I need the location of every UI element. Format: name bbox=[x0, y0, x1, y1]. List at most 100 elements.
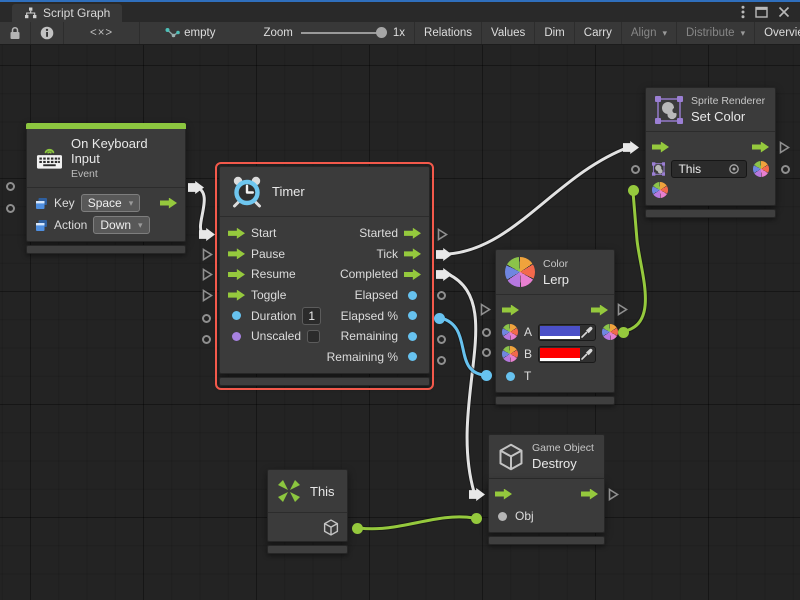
color-wheel-icon bbox=[502, 346, 518, 362]
lock-icon bbox=[9, 26, 21, 40]
align-button[interactable]: Align ▾ bbox=[622, 22, 677, 44]
distribute-button[interactable]: Distribute ▾ bbox=[677, 22, 755, 44]
port-timer-unscaled-input[interactable] bbox=[202, 335, 211, 344]
port-lerp-flow-input[interactable] bbox=[480, 303, 491, 316]
node-on-keyboard-input[interactable]: On Keyboard Input Event Key Space bbox=[26, 123, 186, 254]
kebab-menu-icon[interactable] bbox=[741, 5, 745, 19]
info-button[interactable] bbox=[31, 22, 64, 44]
duration-input[interactable]: 1 bbox=[302, 307, 321, 325]
lock-button[interactable] bbox=[0, 22, 31, 44]
align-label: Align bbox=[631, 27, 657, 39]
wire-tick-to-setcolor bbox=[448, 147, 629, 254]
value-port-icon bbox=[232, 332, 241, 341]
carry-button[interactable]: Carry bbox=[575, 22, 622, 44]
port-lerp-t-input[interactable] bbox=[481, 370, 492, 381]
color-wheel-icon bbox=[505, 257, 535, 287]
port-destroy-obj-input[interactable] bbox=[471, 513, 482, 524]
zoom-label: Zoom bbox=[263, 27, 292, 39]
port-timer-remainingpct-output[interactable] bbox=[437, 356, 446, 365]
color-wheel-icon bbox=[652, 182, 668, 198]
wire-event-to-timer-start bbox=[196, 187, 204, 234]
port-setcolor-flow-output[interactable] bbox=[779, 141, 790, 154]
window-controls bbox=[741, 2, 800, 22]
value-port-icon bbox=[232, 311, 241, 320]
relations-button[interactable]: Relations bbox=[414, 22, 482, 44]
node-category: Sprite Renderer bbox=[691, 95, 765, 107]
node-title: On Keyboard Input bbox=[71, 136, 176, 166]
code-preview-button[interactable]: <×> bbox=[64, 22, 140, 44]
graph-name-label: empty bbox=[184, 27, 215, 39]
eyedropper-icon[interactable] bbox=[580, 326, 594, 339]
port-timer-elapsed-output[interactable] bbox=[437, 291, 446, 300]
dim-label: Dim bbox=[544, 27, 564, 39]
port-lerp-b-input[interactable] bbox=[482, 348, 491, 357]
node-color-lerp[interactable]: Color Lerp A bbox=[495, 249, 615, 405]
port-label-unscaled: Unscaled bbox=[251, 329, 301, 343]
port-keyboard-action-input[interactable] bbox=[6, 204, 15, 213]
port-timer-resume-input[interactable] bbox=[202, 268, 213, 281]
unscaled-checkbox[interactable] bbox=[307, 330, 320, 343]
color-a-field[interactable] bbox=[538, 324, 596, 341]
port-this-output[interactable] bbox=[352, 523, 363, 534]
tab-script-graph[interactable]: Script Graph bbox=[12, 4, 122, 22]
node-footer bbox=[495, 396, 615, 405]
port-timer-started-output[interactable] bbox=[437, 228, 448, 241]
port-setcolor-color-input[interactable] bbox=[628, 185, 639, 196]
zoom-control: Zoom 1x bbox=[254, 22, 414, 44]
node-category: Color bbox=[543, 258, 569, 270]
color-b-swatch[interactable] bbox=[540, 348, 580, 361]
action-dropdown[interactable]: Down ▾ bbox=[93, 216, 149, 234]
key-dropdown[interactable]: Space ▾ bbox=[81, 194, 141, 212]
port-label-start: Start bbox=[251, 226, 276, 240]
maximize-icon[interactable] bbox=[755, 6, 768, 18]
color-wheel-icon bbox=[753, 161, 769, 177]
overview-label: Overview bbox=[764, 27, 800, 39]
sprite-renderer-icon bbox=[655, 96, 683, 124]
port-destroy-flow-output[interactable] bbox=[608, 488, 619, 501]
port-timer-duration-input[interactable] bbox=[202, 314, 211, 323]
values-button[interactable]: Values bbox=[482, 22, 535, 44]
flow-input-arrow-icon bbox=[228, 248, 245, 259]
info-icon bbox=[40, 26, 54, 40]
port-timer-elapsedpct-output[interactable] bbox=[434, 313, 445, 324]
zoom-slider-handle[interactable] bbox=[376, 27, 387, 38]
node-set-color[interactable]: Sprite Renderer Set Color bbox=[645, 87, 776, 218]
port-setcolor-target-input[interactable] bbox=[631, 165, 640, 174]
port-label-obj: Obj bbox=[515, 509, 534, 523]
node-timer[interactable]: Timer Start Pause Resume Toggle Duration… bbox=[219, 166, 430, 386]
target-value: This bbox=[678, 162, 701, 176]
port-keyboard-key-input[interactable] bbox=[6, 182, 15, 191]
dim-button[interactable]: Dim bbox=[535, 22, 574, 44]
node-category: Game Object bbox=[532, 442, 594, 454]
port-setcolor-value-output[interactable] bbox=[781, 165, 790, 174]
graph-breadcrumb[interactable]: empty bbox=[156, 22, 224, 44]
value-port-icon bbox=[408, 332, 417, 341]
port-label-started: Started bbox=[359, 226, 398, 240]
node-subtitle: Event bbox=[71, 168, 176, 180]
color-a-swatch[interactable] bbox=[540, 326, 580, 339]
tab-label: Script Graph bbox=[43, 6, 110, 20]
node-destroy[interactable]: Game Object Destroy Obj bbox=[488, 434, 605, 545]
port-timer-pause-input[interactable] bbox=[202, 248, 213, 261]
port-timer-remaining-output[interactable] bbox=[437, 335, 446, 344]
action-label: Action bbox=[54, 218, 87, 232]
overview-button[interactable]: Overview bbox=[755, 22, 800, 44]
port-label-t: T bbox=[524, 369, 531, 383]
graph-canvas[interactable]: On Keyboard Input Event Key Space bbox=[0, 45, 800, 600]
close-icon[interactable] bbox=[778, 6, 790, 18]
flow-input-arrow-icon bbox=[495, 489, 512, 500]
port-lerp-a-input[interactable] bbox=[482, 328, 491, 337]
flow-output-arrow-icon bbox=[160, 198, 177, 209]
port-lerp-result-output[interactable] bbox=[618, 327, 629, 338]
flow-output-arrow-icon bbox=[591, 305, 608, 316]
keyboard-icon bbox=[36, 147, 63, 170]
target-icon[interactable] bbox=[728, 163, 740, 175]
target-object-field[interactable]: This bbox=[671, 160, 747, 178]
zoom-slider[interactable] bbox=[301, 32, 385, 34]
port-lerp-flow-output[interactable] bbox=[617, 303, 628, 316]
flow-output-arrow-icon bbox=[581, 489, 598, 500]
eyedropper-icon[interactable] bbox=[580, 348, 594, 361]
node-this[interactable]: This bbox=[267, 469, 348, 554]
color-b-field[interactable] bbox=[538, 346, 596, 363]
port-timer-toggle-input[interactable] bbox=[202, 289, 213, 302]
